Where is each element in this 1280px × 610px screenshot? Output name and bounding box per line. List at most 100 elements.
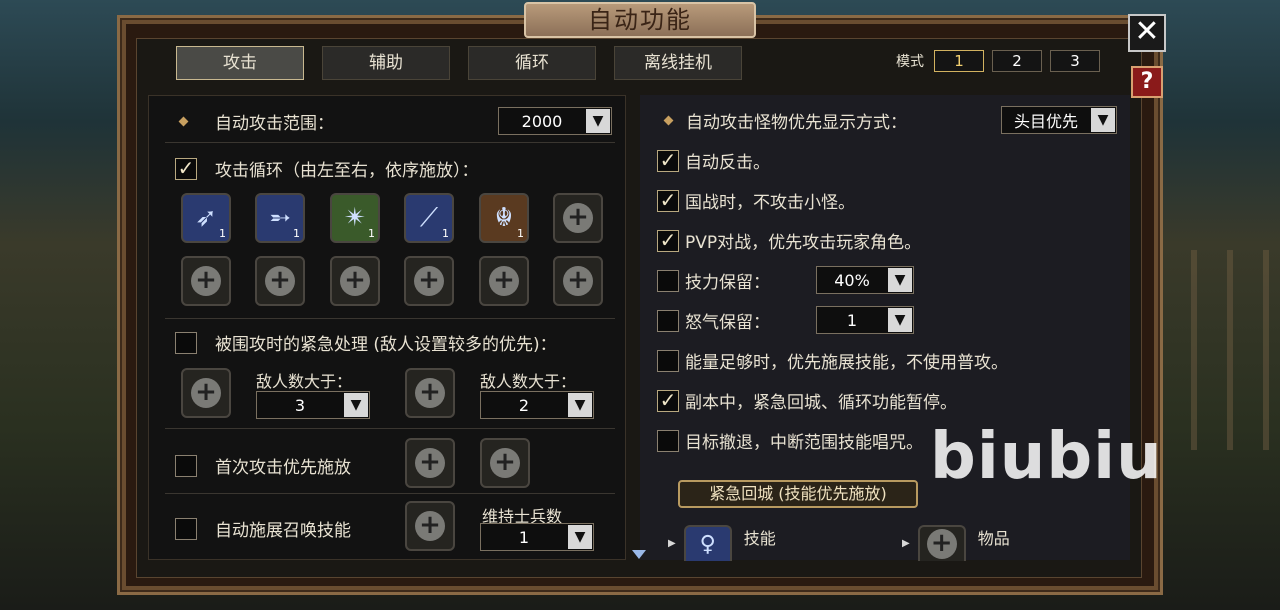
first-attack-slot-2[interactable]: + [480, 438, 530, 488]
divider [165, 142, 615, 143]
skill-slot-3[interactable]: ✴ 1 [330, 193, 380, 243]
range-row: 自动攻击范围： 2000 ▼ [178, 107, 612, 135]
dialog-title: 自动功能 [524, 2, 756, 38]
return-skill-slot[interactable]: ♀ [683, 525, 732, 561]
skill-slot-4[interactable]: ⟋ 1 [404, 193, 454, 243]
option-label: PVP对战，优先攻击玩家角色。 [685, 233, 922, 253]
triangle-icon: ▶ [902, 537, 910, 549]
blade-skill-icon: ➶ [195, 203, 217, 233]
plus-icon: + [926, 529, 957, 559]
option-label: 怒气保留： [685, 313, 770, 333]
dropdown-arrow-icon: ▼ [586, 109, 610, 133]
dropdown-arrow-icon: ▼ [344, 393, 368, 417]
summon-skill-slot[interactable]: + [405, 501, 455, 551]
dancer-skill-icon: ♀ [699, 531, 716, 557]
emergency-checkbox[interactable] [175, 331, 197, 354]
emergency-skill-slot-2[interactable]: + [405, 368, 455, 418]
first-attack-checkbox[interactable] [175, 454, 197, 477]
enemy-count-dropdown-1[interactable]: 3 ▼ [256, 391, 370, 419]
plus-icon: + [563, 266, 593, 296]
counterattack-checkbox[interactable]: ✓ [657, 149, 679, 172]
option-row-5: 怒气保留： [657, 308, 770, 333]
option-row-4: 技力保留： [657, 268, 770, 293]
plus-icon: + [265, 266, 295, 296]
rage-reserve-checkbox[interactable] [657, 309, 679, 332]
skill-slot-11[interactable]: + [479, 256, 529, 306]
emergency-label: 被围攻时的紧急处理 (敌人设置较多的优先)： [215, 335, 557, 355]
skill-count: 1 [442, 227, 449, 240]
first-attack-label: 首次攻击优先施放 [215, 458, 351, 478]
skill-count: 1 [219, 227, 226, 240]
tab-attack[interactable]: 攻击 [176, 46, 304, 80]
retreat-interrupt-checkbox[interactable] [657, 429, 679, 452]
priority-label: 自动攻击怪物优先显示方式： [686, 112, 907, 133]
enemy-count-value-2: 2 [518, 395, 530, 415]
spear-skill-icon: ⟋ [419, 202, 439, 233]
dungeon-pause-checkbox[interactable]: ✓ [657, 389, 679, 412]
skill-slot-12[interactable]: + [553, 256, 603, 306]
skill-reserve-checkbox[interactable] [657, 269, 679, 292]
triangle-icon: ▶ [668, 537, 676, 549]
priority-row: 自动攻击怪物优先显示方式： 头目优先 ▼ [663, 106, 1117, 134]
energy-skill-checkbox[interactable] [657, 349, 679, 372]
scroll-down-icon[interactable] [632, 550, 646, 559]
divider [165, 318, 615, 319]
background-fence [1155, 250, 1280, 450]
plus-icon: + [191, 266, 221, 296]
summon-label: 自动施展召唤技能 [215, 521, 351, 541]
emergency-skill-slot-1[interactable]: + [181, 368, 231, 418]
enemy-count-value-1: 3 [294, 395, 306, 415]
skill-slot-10[interactable]: + [404, 256, 454, 306]
skill-slot-2[interactable]: ➵ 1 [255, 193, 305, 243]
plus-icon: + [415, 448, 445, 478]
enemy-count-dropdown-2[interactable]: 2 ▼ [480, 391, 594, 419]
option-label: 副本中，紧急回城、循环功能暂停。 [685, 393, 957, 413]
diamond-icon [663, 115, 674, 125]
range-dropdown[interactable]: 2000 ▼ [498, 107, 612, 135]
option-row-6: 能量足够时，优先施展技能，不使用普攻。 [657, 348, 1008, 373]
pvp-checkbox[interactable]: ✓ [657, 229, 679, 252]
mode-button-1[interactable]: 1 [934, 50, 984, 72]
tab-bar: 攻击 辅助 循环 离线挂机 [176, 46, 742, 80]
dropdown-arrow-icon: ▼ [568, 393, 592, 417]
cycle-checkbox[interactable]: ✓ [175, 157, 197, 180]
tab-assist[interactable]: 辅助 [322, 46, 450, 80]
mode-button-2[interactable]: 2 [992, 50, 1042, 72]
help-icon[interactable]: ? [1131, 66, 1163, 98]
range-value: 2000 [521, 111, 563, 131]
option-row-3: ✓ PVP对战，优先攻击玩家角色。 [657, 228, 921, 253]
return-item-slot[interactable]: + [917, 525, 966, 561]
skill-count: 1 [517, 227, 524, 240]
skill-slot-8[interactable]: + [255, 256, 305, 306]
close-icon[interactable]: ✕ [1128, 14, 1166, 52]
skill-slot-7[interactable]: + [181, 256, 231, 306]
return-item-label: 物品 [977, 529, 1010, 548]
cycle-label: 攻击循环（由左至右，依序施放）： [215, 161, 479, 181]
skill-slot-1[interactable]: ➶ 1 [181, 193, 231, 243]
nation-war-checkbox[interactable]: ✓ [657, 189, 679, 212]
mode-label: 模式 [896, 54, 924, 70]
option-label: 目标撤退，中断范围技能唱咒。 [685, 433, 923, 453]
skill-slot-6[interactable]: + [553, 193, 603, 243]
summon-row: 自动施展召唤技能 [175, 516, 351, 541]
dropdown-arrow-icon: ▼ [888, 308, 912, 332]
tab-offline[interactable]: 离线挂机 [614, 46, 742, 80]
soldier-dropdown[interactable]: 1 ▼ [480, 523, 594, 551]
summon-checkbox[interactable] [175, 517, 197, 540]
return-skill-row: ▶ ♀ 技能 [668, 525, 776, 561]
plus-icon: + [415, 511, 445, 541]
mode-button-3[interactable]: 3 [1050, 50, 1100, 72]
first-attack-slot-1[interactable]: + [405, 438, 455, 488]
skill-reserve-value: 40% [834, 270, 870, 290]
rage-reserve-dropdown[interactable]: 1 ▼ [816, 306, 914, 334]
option-label: 自动反击。 [685, 153, 770, 173]
skill-slot-9[interactable]: + [330, 256, 380, 306]
skill-reserve-dropdown[interactable]: 40% ▼ [816, 266, 914, 294]
priority-dropdown[interactable]: 头目优先 ▼ [1001, 106, 1117, 134]
plus-icon: + [563, 203, 593, 233]
emergency-row: 被围攻时的紧急处理 (敌人设置较多的优先)： [175, 330, 557, 355]
skill-slot-5[interactable]: ☬ 1 [479, 193, 529, 243]
enemy-count-label-2: 敌人数大于： [480, 372, 577, 391]
option-label: 能量足够时，优先施展技能，不使用普攻。 [685, 353, 1008, 373]
tab-cycle[interactable]: 循环 [468, 46, 596, 80]
